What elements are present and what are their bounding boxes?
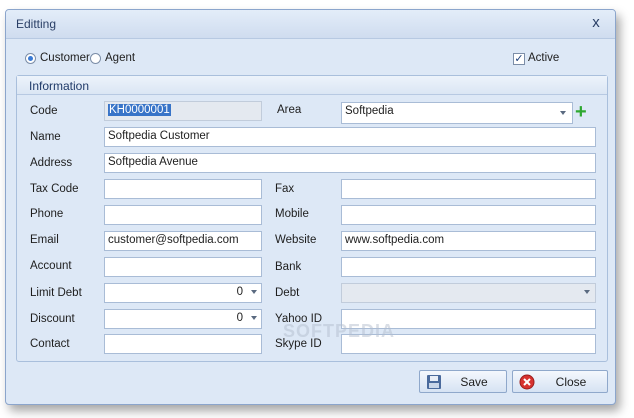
debt-label: Debt [275,287,300,299]
chevron-down-icon[interactable] [251,290,257,294]
agent-radio[interactable] [90,53,101,64]
bank-label: Bank [275,261,302,273]
website-field[interactable]: www.softpedia.com [341,231,596,251]
agent-radio-label[interactable]: Agent [105,52,135,64]
discount-spinner[interactable]: 0 [104,309,262,329]
email-value: customer@softpedia.com [108,234,239,246]
email-label: Email [30,234,59,246]
area-select[interactable]: Softpedia [341,102,573,124]
information-group: Information Code KH0000001 Area Softpedi… [16,75,608,362]
bank-field[interactable] [341,257,596,277]
active-checkbox[interactable]: ✓ [513,53,525,65]
limit-debt-spinner[interactable]: 0 [104,283,262,303]
code-value: KH0000001 [108,104,171,116]
watermark: SOFTPEDIA [283,321,396,341]
chevron-down-icon[interactable] [251,316,257,320]
window-title: Editting [16,17,57,31]
account-label: Account [30,260,72,272]
chevron-down-icon[interactable] [560,111,566,115]
close-circle-icon [519,374,535,390]
contact-label: Contact [30,338,70,350]
customer-radio[interactable] [25,53,36,64]
close-button[interactable]: Close [512,370,608,393]
save-button[interactable]: Save [419,370,507,393]
limit-debt-label: Limit Debt [30,287,82,299]
plus-icon[interactable]: + [575,102,587,122]
phone-field[interactable] [104,205,262,225]
email-field[interactable]: customer@softpedia.com [104,231,262,251]
mobile-field[interactable] [341,205,596,225]
floppy-disk-icon [427,375,441,389]
name-field[interactable]: Softpedia Customer [104,127,596,147]
name-value: Softpedia Customer [108,130,210,142]
address-value: Softpedia Avenue [108,156,198,168]
address-field[interactable]: Softpedia Avenue [104,153,596,173]
customer-radio-label[interactable]: Customer [40,52,90,64]
mobile-label: Mobile [275,208,309,220]
account-field[interactable] [104,257,262,277]
information-group-header: Information [17,76,607,95]
code-label: Code [30,105,58,117]
name-label: Name [30,131,61,143]
area-value: Softpedia [345,105,394,117]
save-button-label: Save [460,375,488,389]
area-label: Area [277,104,302,116]
address-label: Address [30,157,73,169]
website-label: Website [275,234,317,246]
discount-value: 0 [236,312,243,324]
fax-label: Fax [275,183,295,195]
code-field[interactable]: KH0000001 [104,101,262,121]
tax-code-field[interactable] [104,179,262,199]
tax-code-label: Tax Code [30,183,79,195]
debt-select[interactable] [341,283,596,303]
website-value: www.softpedia.com [345,234,445,246]
active-label[interactable]: Active [528,52,559,64]
fax-field[interactable] [341,179,596,199]
close-icon[interactable]: x [587,14,605,32]
limit-debt-value: 0 [236,286,243,298]
phone-label: Phone [30,208,64,220]
title-bar: Editting x [6,10,615,39]
discount-label: Discount [30,313,75,325]
close-button-label: Close [555,375,587,389]
contact-field[interactable] [104,334,262,354]
chevron-down-icon[interactable] [584,290,590,294]
edit-dialog: Editting x Customer Agent ✓ Active Infor… [5,9,616,405]
information-group-title: Information [29,79,90,93]
